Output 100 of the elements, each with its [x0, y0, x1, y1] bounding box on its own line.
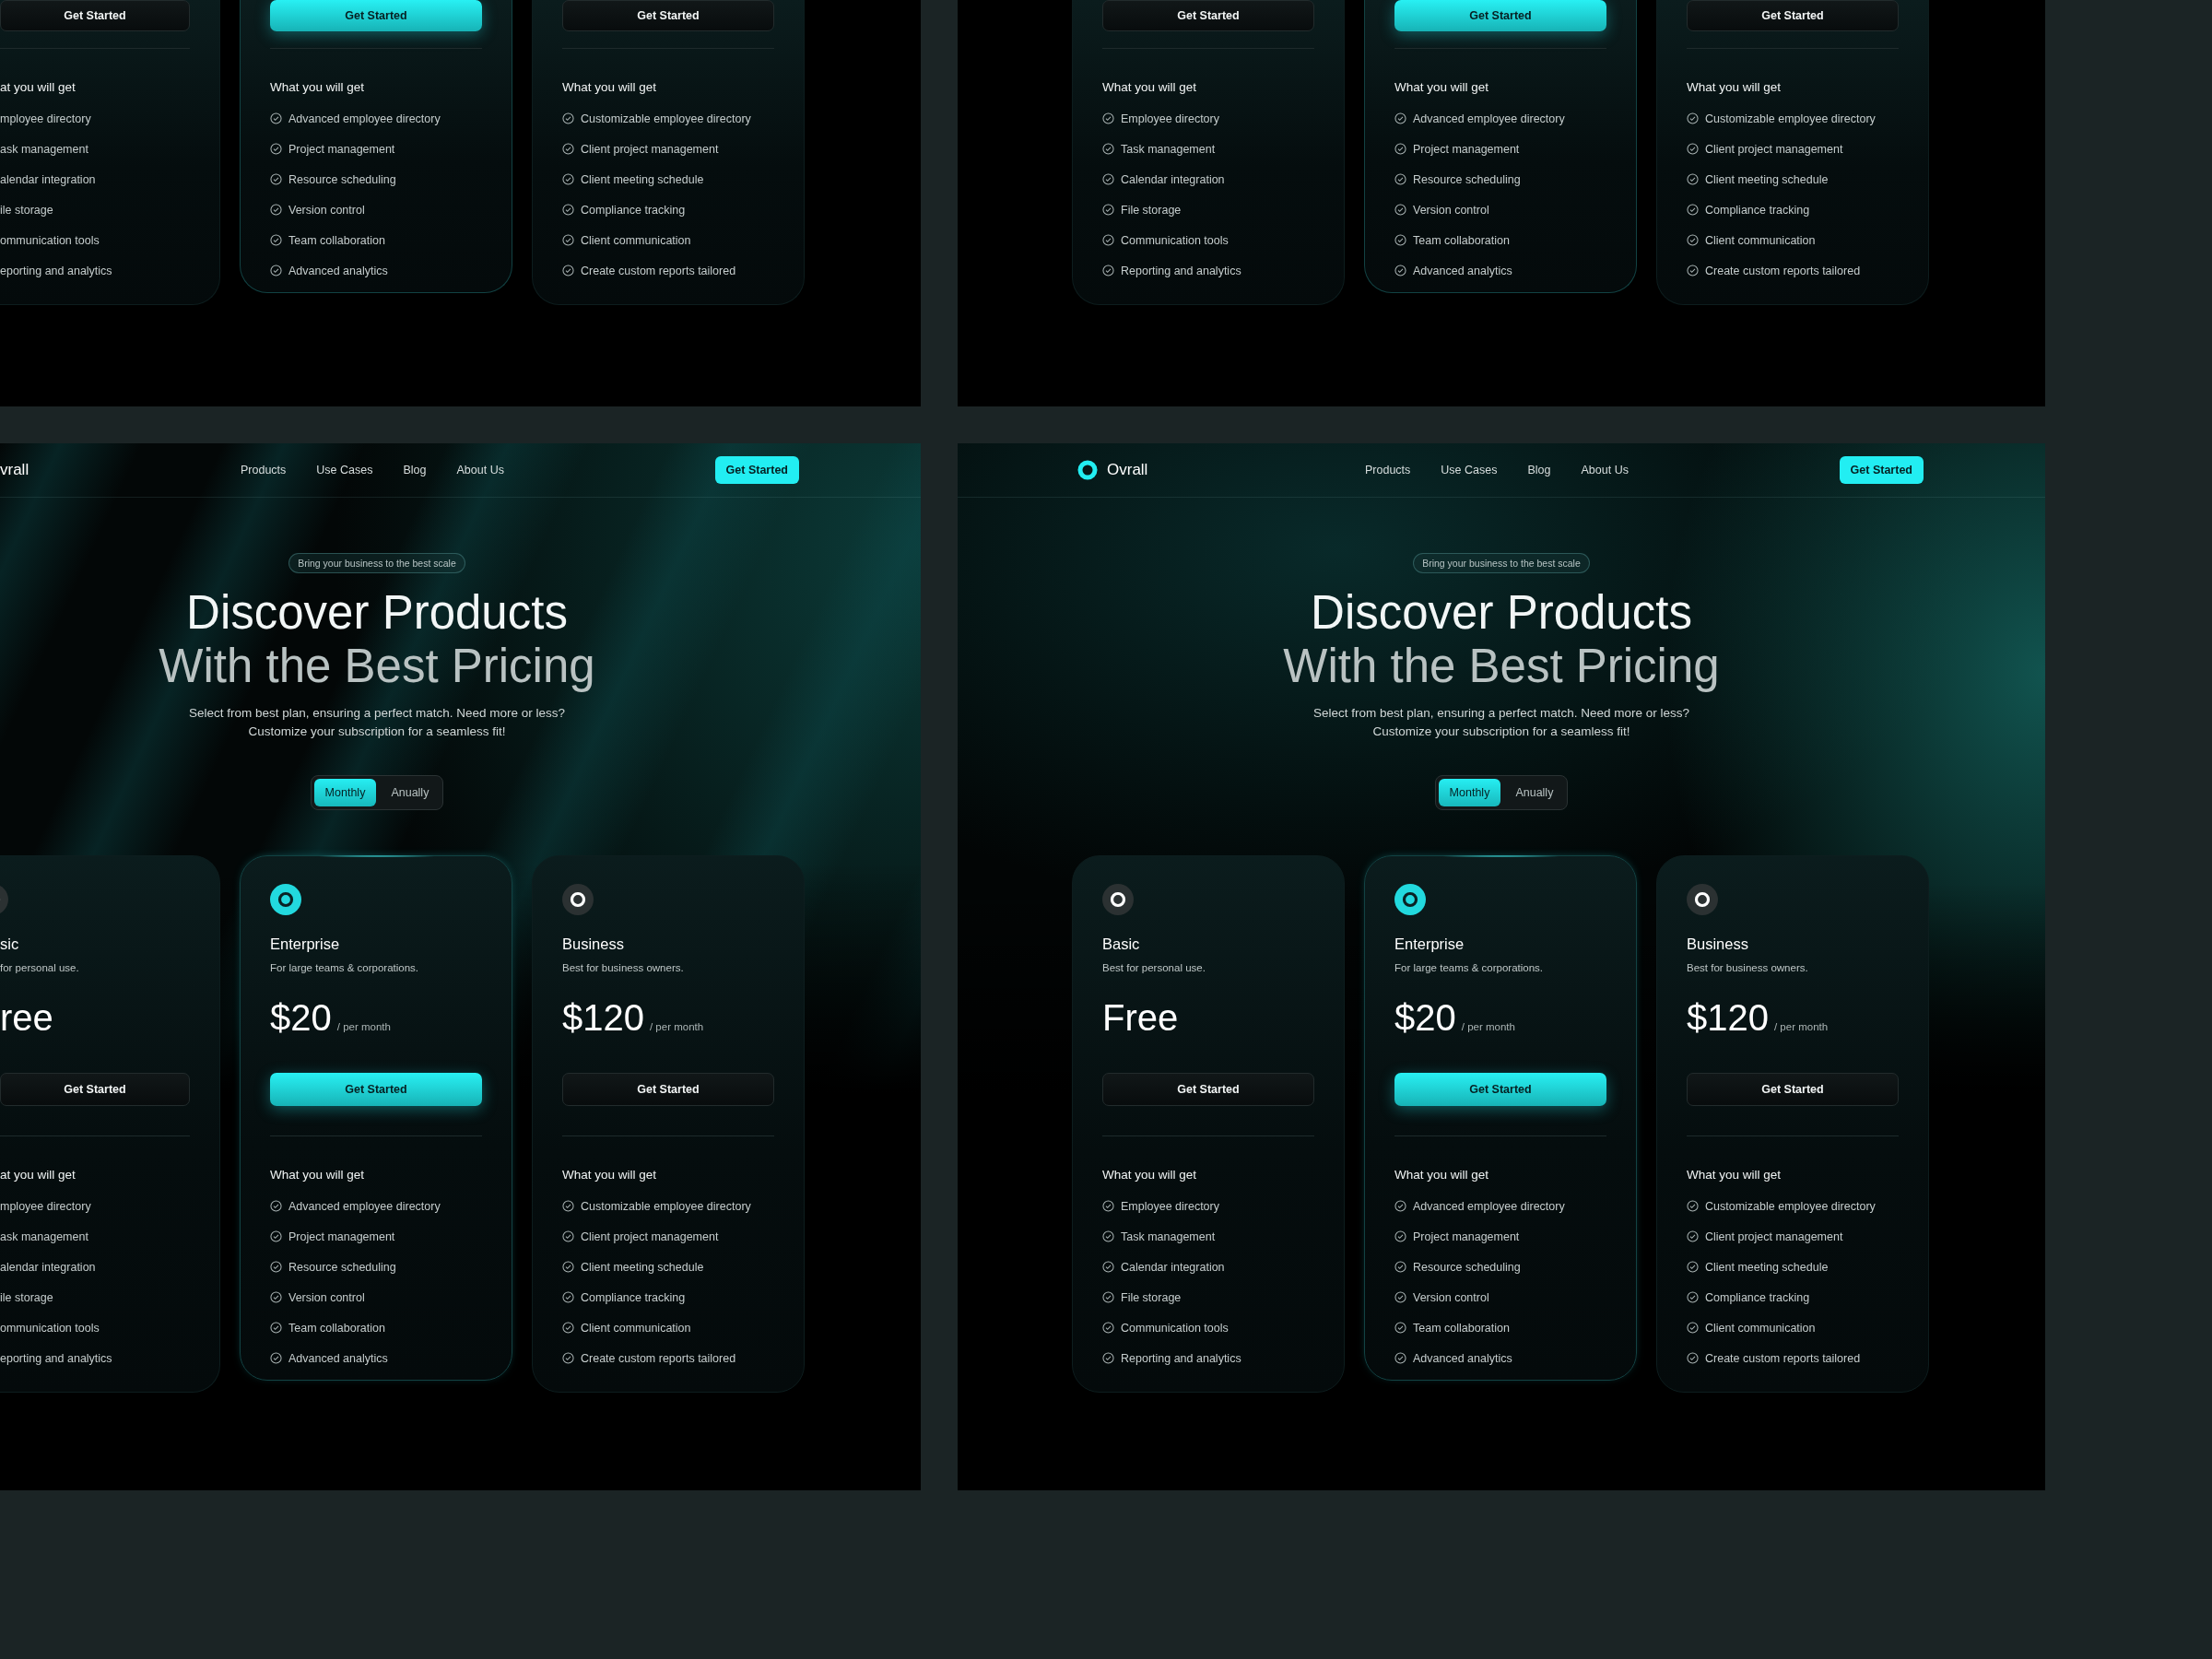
nav-link[interactable]: Products [1365, 464, 1411, 477]
check-circle-icon [270, 173, 282, 186]
plan-price: $120 [1687, 997, 1769, 1039]
feature-item: Client project management [1705, 142, 1843, 156]
feature-item: alendar integration [0, 1260, 96, 1274]
check-circle-icon [270, 1200, 282, 1213]
check-circle-icon [562, 1230, 574, 1243]
get-started-button[interactable]: Get Started [1394, 0, 1606, 31]
plan-price: Free [1102, 997, 1179, 1039]
check-circle-icon [270, 112, 282, 125]
features-heading: What you will get [562, 80, 658, 94]
check-circle-icon [1102, 143, 1114, 156]
feature-item: Resource scheduling [1413, 1260, 1521, 1274]
feature-item: Task management [1121, 142, 1216, 156]
get-started-button[interactable]: Get Started [1102, 0, 1314, 31]
check-circle-icon [1687, 112, 1699, 125]
feature-item: alendar integration [0, 172, 96, 186]
subtitle-line: Customize your subscription for a seamless fit! [248, 724, 506, 740]
feature-item: Reporting and analytics [1121, 264, 1241, 277]
get-started-button[interactable]: Get Started [270, 1073, 482, 1106]
plan-description: for personal use. [0, 962, 80, 973]
feature-item: Client communication [581, 1321, 691, 1335]
feature-item: mployee directory [0, 112, 91, 125]
check-circle-icon [1687, 234, 1699, 247]
check-circle-icon [1687, 143, 1699, 156]
feature-item: Project management [288, 1230, 395, 1243]
check-circle-icon [270, 265, 282, 277]
check-circle-icon [1102, 1291, 1114, 1304]
nav-link[interactable]: About Us [456, 464, 504, 477]
get-started-button[interactable]: Get Started [1102, 1073, 1314, 1106]
check-circle-icon [562, 143, 574, 156]
feature-item: Client communication [1705, 1321, 1816, 1335]
get-started-button[interactable]: Get Started [270, 0, 482, 31]
feature-item: Client project management [581, 1230, 719, 1243]
feature-item: Advanced analytics [288, 1351, 388, 1365]
price-period: / per month [1461, 1021, 1515, 1032]
nav-link[interactable]: Use Cases [316, 464, 373, 477]
feature-item: Client project management [581, 142, 719, 156]
check-circle-icon [1102, 265, 1114, 277]
check-circle-icon [1687, 1352, 1699, 1365]
plan-name: Business [1687, 935, 1749, 953]
feature-item: Version control [288, 1290, 365, 1304]
feature-item: Team collaboration [1413, 233, 1510, 247]
check-circle-icon [1687, 1230, 1699, 1243]
feature-item: Advanced employee directory [288, 112, 441, 125]
plan-price: $20 [1394, 997, 1456, 1039]
feature-item: Client meeting schedule [1705, 172, 1829, 186]
feature-item: ask management [0, 142, 88, 156]
nav-link[interactable]: Blog [403, 464, 427, 477]
billing-option[interactable]: Anually [1504, 779, 1565, 806]
features-heading: at you will get [0, 80, 76, 94]
feature-item: Advanced employee directory [288, 1199, 441, 1213]
feature-item: ask management [0, 1230, 88, 1243]
check-circle-icon [1394, 1261, 1406, 1274]
tagline-badge: Bring your business to the best scale [1413, 553, 1590, 573]
feature-item: Task management [1121, 1230, 1216, 1243]
feature-item: Team collaboration [288, 233, 385, 247]
logo-text: Ovrall [1107, 461, 1148, 479]
feature-item: Advanced employee directory [1413, 112, 1565, 125]
get-started-button[interactable]: Get Started [562, 1073, 774, 1106]
feature-item: Client meeting schedule [581, 1260, 704, 1274]
billing-option[interactable]: Anually [380, 779, 441, 806]
check-circle-icon [1394, 1230, 1406, 1243]
logo-text: vrall [0, 461, 29, 479]
check-circle-icon [562, 1352, 574, 1365]
get-started-button[interactable]: Get Started [1687, 0, 1899, 31]
feature-item: Version control [288, 203, 365, 217]
nav-link[interactable]: Blog [1527, 464, 1551, 477]
plan-name: Business [562, 935, 625, 953]
get-started-button[interactable]: Get Started [1839, 456, 1924, 484]
billing-option[interactable]: Monthly [313, 779, 377, 806]
check-circle-icon [1687, 1200, 1699, 1213]
nav-link[interactable]: Use Cases [1441, 464, 1498, 477]
check-circle-icon [562, 1322, 574, 1335]
feature-item: Reporting and analytics [1121, 1351, 1241, 1365]
get-started-button[interactable]: Get Started [1394, 1073, 1606, 1106]
features-heading: What you will get [270, 80, 366, 94]
plan-price: ree [0, 997, 53, 1039]
features-heading: What you will get [270, 1168, 366, 1182]
feature-item: Employee directory [1121, 112, 1219, 125]
check-circle-icon [562, 1261, 574, 1274]
plan-description: Best for personal use. [1102, 962, 1206, 973]
check-circle-icon [1102, 234, 1114, 247]
subtitle-line: Select from best plan, ensuring a perfect match. Need more or less? [1312, 705, 1690, 722]
nav-link[interactable]: Products [241, 464, 287, 477]
check-circle-icon [1687, 204, 1699, 217]
price-period: / per month [336, 1021, 391, 1032]
get-started-button[interactable]: Get Started [0, 1073, 190, 1106]
get-started-button[interactable]: Get Started [1687, 1073, 1899, 1106]
feature-item: Create custom reports tailored [1705, 264, 1861, 277]
feature-item: Employee directory [1121, 1199, 1219, 1213]
plan-description: Best for business owners. [1687, 962, 1809, 973]
nav-link[interactable]: About Us [1581, 464, 1629, 477]
billing-option[interactable]: Monthly [1438, 779, 1501, 806]
check-circle-icon [270, 1230, 282, 1243]
get-started-button[interactable]: Get Started [562, 0, 774, 31]
feature-item: Customizable employee directory [581, 112, 751, 125]
get-started-button[interactable]: Get Started [0, 0, 190, 31]
tagline-badge: Bring your business to the best scale [288, 553, 465, 573]
get-started-button[interactable]: Get Started [714, 456, 799, 484]
